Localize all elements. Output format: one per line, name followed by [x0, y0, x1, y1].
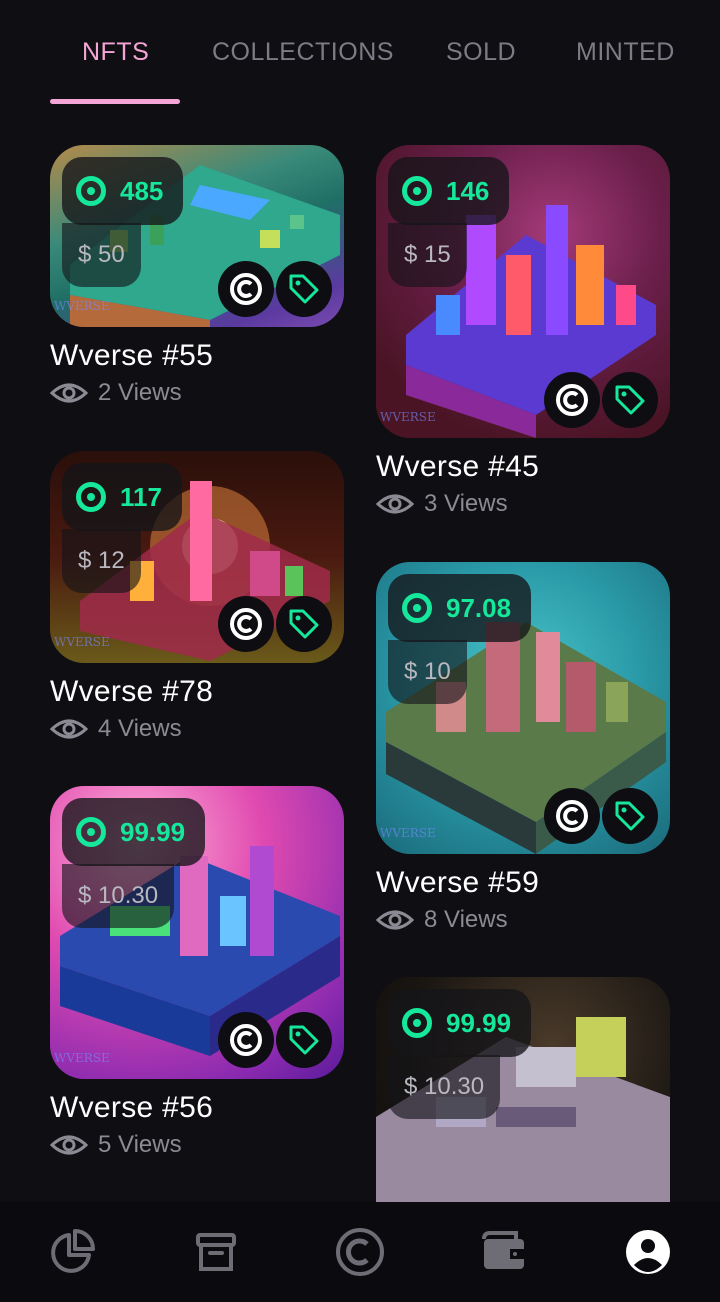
copyright-icon [556, 384, 588, 416]
tab-minted[interactable]: MINTED [576, 38, 675, 67]
views-label: 4 Views [98, 715, 182, 742]
copyright-icon [230, 1024, 262, 1056]
copyright-button[interactable] [218, 1012, 274, 1068]
coin-price-badge: 99.99 [62, 798, 206, 866]
watermark: WVERSE [380, 410, 436, 424]
eye-icon [376, 494, 414, 514]
tag-button[interactable] [602, 372, 658, 428]
wallet-icon [482, 1231, 524, 1269]
bottom-navigation [0, 1202, 720, 1302]
views-label: 5 Views [98, 1131, 182, 1158]
nav-archive[interactable] [186, 1222, 246, 1282]
view-count: 4 Views [50, 715, 344, 743]
price-tag-icon [615, 385, 645, 415]
coin-price-badge: 99.99 [388, 989, 532, 1057]
coin-icon [336, 1228, 384, 1276]
nft-card[interactable]: WVERSE $ 10 97.08 Wverse #59 8 Views [376, 562, 670, 934]
pie-chart-icon [51, 1229, 95, 1273]
coin-icon [402, 176, 432, 206]
copyright-icon [556, 800, 588, 832]
coin-price: 485 [120, 175, 164, 206]
tag-button[interactable] [276, 596, 332, 652]
tab-bar: NFTS COLLECTIONS SOLD MINTED [0, 0, 720, 105]
nft-image[interactable]: WVERSE $ 12 117 [50, 451, 344, 663]
coin-price: 146 [446, 175, 490, 206]
nft-card[interactable]: WVERSE $ 10.30 99.99 Wverse #56 5 Views [50, 786, 344, 1159]
usd-price: $ 12 [62, 529, 141, 593]
coin-icon [402, 593, 432, 623]
copyright-icon [230, 273, 262, 305]
active-tab-indicator [50, 99, 180, 104]
coin-price: 99.99 [120, 816, 186, 847]
tab-sold[interactable]: SOLD [446, 38, 516, 67]
watermark: WVERSE [54, 299, 110, 313]
views-label: 8 Views [424, 906, 508, 933]
nft-card[interactable]: WVERSE $ 50 485 Wverse #55 2 Views [50, 145, 344, 407]
view-count: 2 Views [50, 379, 344, 407]
views-label: 3 Views [424, 490, 508, 517]
watermark: WVERSE [380, 826, 436, 840]
coin-icon [76, 482, 106, 512]
coin-price-badge: 146 [388, 157, 510, 225]
nft-image[interactable]: WVERSE $ 50 485 [50, 145, 344, 327]
coin-icon [76, 176, 106, 206]
nft-name[interactable]: Wverse #45 [376, 450, 670, 484]
copyright-button[interactable] [218, 596, 274, 652]
coin-price: 97.08 [446, 592, 512, 623]
coin-price: 99.99 [446, 1007, 512, 1038]
usd-price: $ 10.30 [62, 864, 175, 928]
tab-nfts[interactable]: NFTS [82, 38, 149, 67]
tag-button[interactable] [276, 1012, 332, 1068]
profile-icon [626, 1230, 670, 1274]
usd-price: $ 15 [388, 223, 467, 287]
copyright-icon [230, 608, 262, 640]
nft-image[interactable]: WVERSE $ 10 97.08 [376, 562, 670, 854]
nav-wallet[interactable] [474, 1222, 534, 1282]
nft-card[interactable]: $ 10.30 99.99 [376, 977, 670, 1202]
nft-image[interactable]: $ 10.30 99.99 [376, 977, 670, 1202]
coin-icon [402, 1008, 432, 1038]
archive-box-icon [196, 1233, 236, 1271]
nft-name[interactable]: Wverse #78 [50, 675, 344, 709]
watermark: WVERSE [54, 635, 110, 649]
coin-price-badge: 117 [62, 463, 182, 531]
eye-icon [376, 910, 414, 930]
tag-button[interactable] [602, 788, 658, 844]
view-count: 3 Views [376, 490, 670, 518]
nft-name[interactable]: Wverse #55 [50, 339, 344, 373]
usd-price: $ 10 [388, 640, 467, 704]
copyright-button[interactable] [544, 788, 600, 844]
coin-price: 117 [120, 481, 162, 512]
nft-image[interactable]: WVERSE $ 10.30 99.99 [50, 786, 344, 1079]
nft-card[interactable]: WVERSE $ 15 146 Wverse #45 3 Views [376, 145, 670, 518]
coin-icon [76, 817, 106, 847]
eye-icon [50, 1135, 88, 1155]
nav-stats[interactable] [42, 1222, 102, 1282]
price-tag-icon [615, 801, 645, 831]
tab-collections[interactable]: COLLECTIONS [212, 38, 394, 67]
view-count: 5 Views [50, 1131, 344, 1159]
usd-price: $ 10.30 [388, 1055, 501, 1119]
nft-name[interactable]: Wverse #56 [50, 1091, 344, 1125]
nft-image[interactable]: WVERSE $ 15 146 [376, 145, 670, 438]
nft-card[interactable]: WVERSE $ 12 117 Wverse #78 4 Views [50, 451, 344, 743]
nav-profile[interactable] [618, 1222, 678, 1282]
tag-button[interactable] [276, 261, 332, 317]
copyright-button[interactable] [544, 372, 600, 428]
view-count: 8 Views [376, 906, 670, 934]
eye-icon [50, 719, 88, 739]
copyright-button[interactable] [218, 261, 274, 317]
nft-name[interactable]: Wverse #59 [376, 866, 670, 900]
watermark: WVERSE [54, 1051, 110, 1065]
price-tag-icon [289, 274, 319, 304]
price-tag-icon [289, 1025, 319, 1055]
usd-price: $ 50 [62, 223, 141, 287]
coin-price-badge: 97.08 [388, 574, 532, 642]
price-tag-icon [289, 609, 319, 639]
views-label: 2 Views [98, 379, 182, 406]
nav-coin[interactable] [330, 1222, 390, 1282]
eye-icon [50, 383, 88, 403]
coin-price-badge: 485 [62, 157, 184, 225]
